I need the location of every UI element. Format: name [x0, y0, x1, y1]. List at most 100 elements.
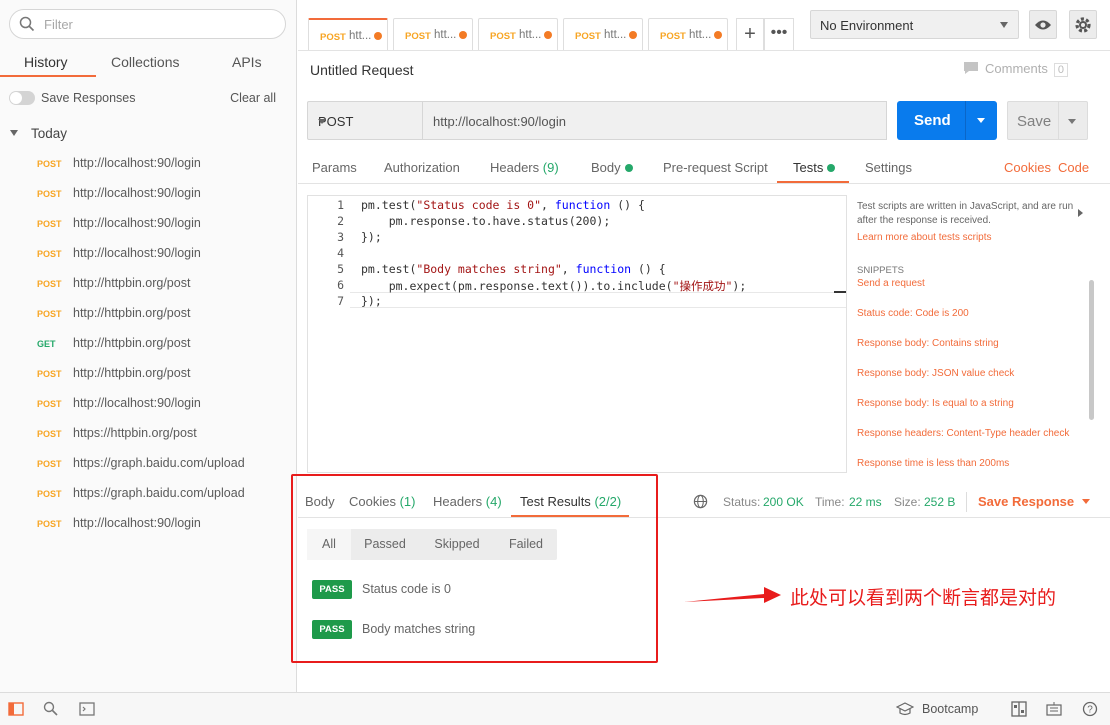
snippets-description: Test scripts are written in JavaScript, …: [857, 201, 1074, 226]
method-badge: POST: [37, 369, 62, 379]
comments-button[interactable]: Comments 0: [963, 61, 1068, 77]
tests-code-editor[interactable]: 1 pm.test("Status code is 0", function ()…: [307, 195, 847, 473]
code-line: 2 pm.response.to.have.status(200);: [308, 214, 846, 230]
request-tab[interactable]: POST htt...: [563, 18, 643, 50]
history-item[interactable]: POST http://localhost:90/login: [0, 149, 297, 179]
history-url: https://graph.baidu.com/upload: [73, 486, 245, 500]
time-value: 22 ms: [849, 495, 882, 509]
history-item[interactable]: POST http://localhost:90/login: [0, 389, 297, 419]
tab-pre-request-script[interactable]: Pre-request Script: [663, 160, 768, 175]
keyboard-shortcuts-icon[interactable]: [1046, 701, 1062, 717]
unsaved-dot-icon: [544, 31, 552, 39]
save-options-chevron-icon[interactable]: [1068, 119, 1076, 124]
tab-apis[interactable]: APIs: [232, 54, 262, 70]
url-input[interactable]: http://localhost:90/login: [422, 101, 887, 140]
toggle-sidebar-icon[interactable]: [8, 701, 24, 717]
snippet-item[interactable]: Response time is less than 200ms: [857, 458, 1009, 469]
method-select[interactable]: POST: [307, 101, 423, 140]
cookies-link[interactable]: Cookies: [1004, 160, 1051, 175]
bootcamp-button[interactable]: Bootcamp: [922, 702, 978, 716]
tab-history[interactable]: History: [24, 54, 68, 70]
eye-icon: [1035, 20, 1051, 30]
new-tab-plus-icon[interactable]: +: [736, 18, 764, 50]
request-tab[interactable]: POST htt...: [478, 18, 558, 50]
code-text: pm.test("Body matches string", function …: [361, 262, 666, 276]
save-responses-toggle[interactable]: [9, 91, 35, 105]
history-url: http://localhost:90/login: [73, 156, 201, 170]
snippet-item[interactable]: Response body: Contains string: [857, 338, 999, 349]
snippet-item[interactable]: Status code: Code is 200: [857, 308, 969, 319]
code-text: pm.response.to.have.status(200);: [361, 214, 611, 228]
line-number: 1: [337, 198, 344, 212]
save-response-button[interactable]: Save Response: [978, 494, 1091, 509]
code-text: });: [361, 230, 382, 244]
chevron-down-icon: [318, 119, 326, 124]
tab-tests[interactable]: Tests: [793, 160, 836, 175]
sidebar: Filter History Collections APIs Save Res…: [0, 0, 297, 692]
two-pane-view-icon[interactable]: [1011, 701, 1027, 717]
clear-all-button[interactable]: Clear all: [230, 91, 276, 105]
history-item[interactable]: POST http://localhost:90/login: [0, 209, 297, 239]
history-item[interactable]: POST http://httpbin.org/post: [0, 299, 297, 329]
environment-quick-look-button[interactable]: [1029, 10, 1057, 39]
tab-authorization[interactable]: Authorization: [384, 160, 460, 175]
learn-more-link[interactable]: Learn more about tests scripts: [857, 231, 1087, 245]
history-group-today[interactable]: Today: [10, 126, 67, 141]
history-item[interactable]: POST http://httpbin.org/post: [0, 359, 297, 389]
tab-headers[interactable]: Headers (9): [490, 160, 559, 175]
globe-icon[interactable]: [693, 494, 708, 509]
environment-select[interactable]: No Environment: [810, 10, 1019, 39]
snippet-item[interactable]: Response body: Is equal to a string: [857, 398, 1014, 409]
send-label: Send: [914, 112, 951, 129]
tab-tests-label: Tests: [793, 160, 824, 175]
save-label: Save: [1017, 113, 1052, 130]
postman-window: Filter History Collections APIs Save Res…: [0, 0, 1110, 725]
filter-input[interactable]: Filter: [9, 9, 286, 39]
active-tab-indicator: [0, 75, 96, 77]
send-button[interactable]: Send: [897, 101, 997, 140]
method-badge: POST: [37, 219, 62, 229]
request-tab[interactable]: POST htt...: [648, 18, 728, 50]
method-badge: POST: [575, 31, 601, 42]
history-url: http://localhost:90/login: [73, 246, 201, 260]
help-icon[interactable]: ?: [1082, 701, 1098, 717]
code-text: pm.expect(pm.response.text()).to.include…: [361, 279, 747, 293]
snippets-scrollbar[interactable]: [1089, 280, 1094, 420]
history-item[interactable]: POST https://httpbin.org/post: [0, 419, 297, 449]
tab-body[interactable]: Body: [591, 160, 633, 175]
status-label: Status:: [723, 495, 761, 509]
console-icon[interactable]: [79, 701, 95, 717]
tab-collections[interactable]: Collections: [111, 54, 179, 70]
request-tab-title: htt...: [604, 29, 627, 41]
request-title[interactable]: Untitled Request: [310, 62, 414, 78]
snippet-item[interactable]: Response headers: Content-Type header ch…: [857, 428, 1069, 439]
code-line: 6 pm.expect(pm.response.text()).to.inclu…: [308, 278, 846, 294]
code-link[interactable]: Code: [1058, 160, 1089, 175]
snippet-item[interactable]: Send a request: [857, 278, 925, 289]
history-item[interactable]: POST https://graph.baidu.com/upload: [0, 479, 297, 509]
collapse-snippets-chevron-icon[interactable]: [1078, 209, 1083, 217]
tab-headers-label: Headers: [490, 160, 540, 175]
unsaved-dot-icon: [629, 31, 637, 39]
request-tab[interactable]: POST htt...: [308, 18, 388, 50]
history-item[interactable]: POST http://localhost:90/login: [0, 239, 297, 269]
history-item[interactable]: GET http://httpbin.org/post: [0, 329, 297, 359]
status-dot-icon: [827, 164, 836, 172]
code-text: });: [361, 294, 382, 308]
history-item[interactable]: POST http://localhost:90/login: [0, 179, 297, 209]
tab-params[interactable]: Params: [312, 160, 357, 175]
find-icon[interactable]: [43, 701, 59, 717]
history-item[interactable]: POST https://graph.baidu.com/upload: [0, 449, 297, 479]
more-tabs-ellipsis-icon[interactable]: •••: [764, 18, 794, 50]
environment-settings-button[interactable]: [1069, 10, 1097, 39]
save-button[interactable]: Save: [1007, 101, 1088, 140]
send-options-chevron-icon[interactable]: [977, 118, 985, 123]
request-tab[interactable]: POST htt...: [393, 18, 473, 50]
history-url: http://httpbin.org/post: [73, 366, 191, 380]
line-number: 3: [337, 230, 344, 244]
tab-settings[interactable]: Settings: [865, 160, 912, 175]
history-item[interactable]: POST http://localhost:90/login: [0, 509, 297, 539]
snippet-item[interactable]: Response body: JSON value check: [857, 368, 1014, 379]
sidebar-tabs: History Collections APIs: [0, 46, 297, 78]
history-item[interactable]: POST http://httpbin.org/post: [0, 269, 297, 299]
